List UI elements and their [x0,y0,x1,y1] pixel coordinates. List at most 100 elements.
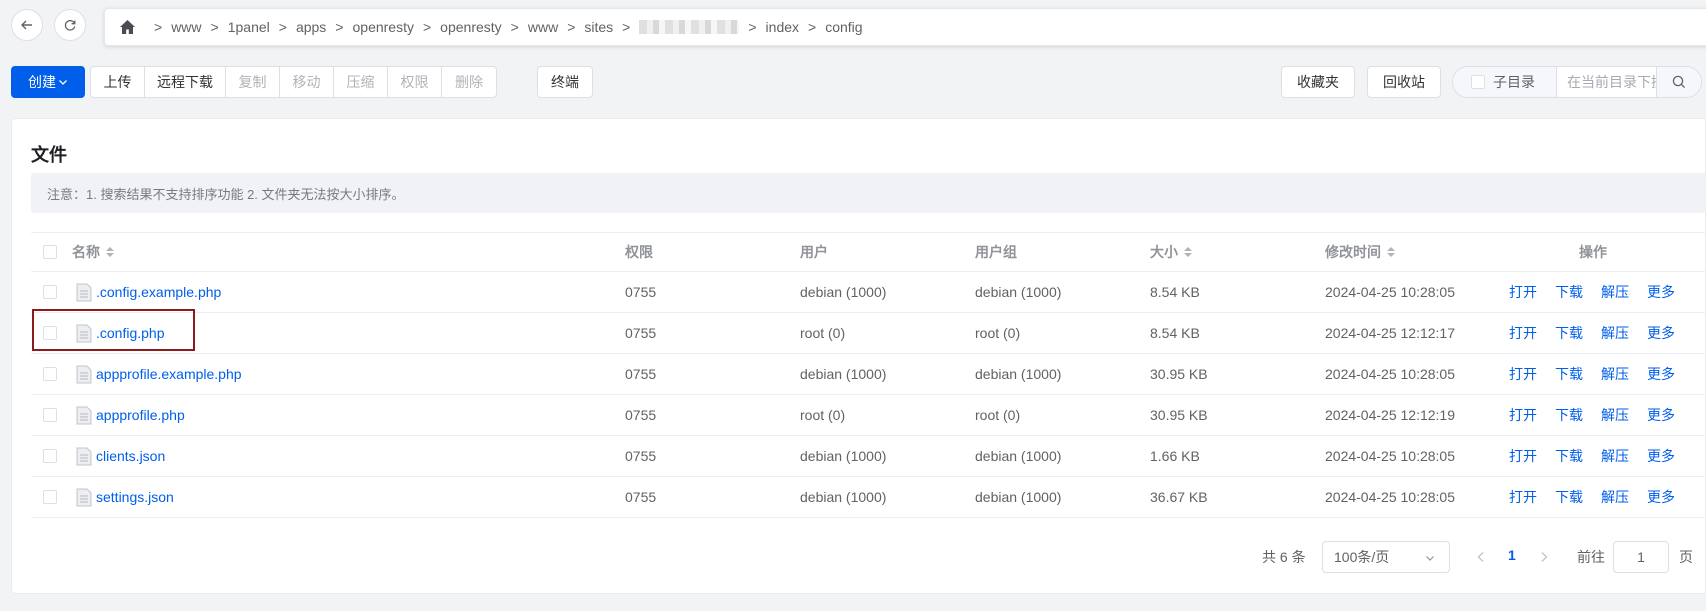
breadcrumb-item-redacted[interactable] [639,20,740,34]
size-cell: 30.95 KB [1150,407,1208,423]
chevron-left-icon[interactable] [1476,551,1486,563]
extract-action[interactable]: 解压 [1601,272,1629,312]
breadcrumb-item-apps[interactable]: apps [296,19,326,35]
column-header-actions: 操作 [1579,244,1607,260]
file-table: 名称 权限 用户 用户组 大小 修改时间 操作 .config.example.… [31,232,1706,518]
row-checkbox[interactable] [43,490,57,504]
current-page-number[interactable]: 1 [1508,547,1516,579]
open-action[interactable]: 打开 [1509,313,1537,353]
download-action[interactable]: 下载 [1555,354,1583,394]
file-name-link[interactable]: appprofile.php [96,407,185,423]
sort-icon[interactable] [106,247,114,257]
extract-action[interactable]: 解压 [1601,395,1629,435]
file-name-link[interactable]: .config.example.php [96,284,221,300]
permission-cell: 0755 [625,448,657,464]
extract-action[interactable]: 解压 [1601,436,1629,476]
upload-button[interactable]: 上传 [90,66,145,98]
open-action[interactable]: 打开 [1509,477,1537,517]
more-action[interactable]: 更多 [1647,395,1675,435]
open-action[interactable]: 打开 [1509,395,1537,435]
download-action[interactable]: 下载 [1555,272,1583,312]
breadcrumb-item-1panel[interactable]: 1panel [228,19,270,35]
refresh-button[interactable] [54,9,86,41]
row-checkbox[interactable] [43,367,57,381]
more-action[interactable]: 更多 [1647,436,1675,476]
file-icon [76,283,92,301]
search-input[interactable] [1557,67,1657,97]
file-name-link[interactable]: appprofile.example.php [96,366,242,382]
subdir-label: 子目录 [1493,74,1535,90]
search-button[interactable] [1657,67,1701,97]
move-button[interactable]: 移动 [279,66,334,98]
column-header-permission: 权限 [625,244,653,260]
sort-icon[interactable] [1387,247,1395,257]
column-header-name[interactable]: 名称 [72,233,114,271]
page-size-value: 100条/页 [1334,549,1390,565]
path-breadcrumb[interactable]: > www > 1panel > apps > openresty > open… [104,8,1706,46]
recycle-bin-button[interactable]: 回收站 [1367,66,1441,98]
copy-button[interactable]: 复制 [225,66,280,98]
modified-cell: 2024-04-25 12:12:19 [1325,407,1455,423]
back-button[interactable] [11,9,43,41]
terminal-button[interactable]: 终端 [537,66,593,98]
favorites-button[interactable]: 收藏夹 [1281,66,1355,98]
breadcrumb-item-www-2[interactable]: www [528,19,558,35]
more-action[interactable]: 更多 [1647,354,1675,394]
open-action[interactable]: 打开 [1509,272,1537,312]
extract-action[interactable]: 解压 [1601,477,1629,517]
more-action[interactable]: 更多 [1647,477,1675,517]
breadcrumb-item-sites[interactable]: sites [584,19,613,35]
group-cell: debian (1000) [975,366,1062,382]
extract-action[interactable]: 解压 [1601,354,1629,394]
row-checkbox[interactable] [43,326,57,340]
select-all-checkbox[interactable] [43,245,57,259]
open-action[interactable]: 打开 [1509,436,1537,476]
download-action[interactable]: 下载 [1555,395,1583,435]
chevron-right-icon[interactable] [1539,551,1549,563]
modified-cell: 2024-04-25 10:28:05 [1325,284,1455,300]
column-header-size[interactable]: 大小 [1150,233,1192,271]
breadcrumb-item-openresty-2[interactable]: openresty [440,19,501,35]
more-action[interactable]: 更多 [1647,272,1675,312]
permission-cell: 0755 [625,325,657,341]
file-name-link[interactable]: clients.json [96,448,165,464]
remote-download-button[interactable]: 远程下载 [144,66,226,98]
file-name-link[interactable]: settings.json [96,489,174,505]
breadcrumb-item-config[interactable]: config [825,19,862,35]
breadcrumb-separator: > [422,19,432,35]
subdir-checkbox-box[interactable] [1471,75,1485,89]
download-action[interactable]: 下载 [1555,477,1583,517]
sort-icon[interactable] [1184,247,1192,257]
row-checkbox[interactable] [43,285,57,299]
breadcrumb-separator: > [567,19,576,35]
permission-button[interactable]: 权限 [387,66,442,98]
size-cell: 8.54 KB [1150,325,1200,341]
more-action[interactable]: 更多 [1647,313,1675,353]
delete-button[interactable]: 删除 [441,66,497,98]
size-cell: 36.67 KB [1150,489,1208,505]
create-button[interactable]: 创建 [11,66,85,98]
compress-button[interactable]: 压缩 [333,66,388,98]
user-cell: root (0) [800,407,846,423]
page-size-select[interactable]: 100条/页 [1322,541,1450,573]
home-icon[interactable] [119,19,136,35]
download-action[interactable]: 下载 [1555,313,1583,353]
breadcrumb-item-www[interactable]: www [171,19,201,35]
breadcrumb-separator: > [210,19,219,35]
goto-page-input[interactable] [1613,541,1669,573]
breadcrumb-item-openresty[interactable]: openresty [353,19,414,35]
group-cell: debian (1000) [975,284,1062,300]
table-header: 名称 权限 用户 用户组 大小 修改时间 操作 [31,232,1706,272]
arrow-left-icon [21,20,32,30]
column-header-modified[interactable]: 修改时间 [1325,233,1395,271]
download-action[interactable]: 下载 [1555,436,1583,476]
top-navigation: > www > 1panel > apps > openresty > open… [0,0,1706,54]
open-action[interactable]: 打开 [1509,354,1537,394]
modified-cell: 2024-04-25 10:28:05 [1325,489,1455,505]
row-checkbox[interactable] [43,408,57,422]
breadcrumb-item-index[interactable]: index [766,19,799,35]
extract-action[interactable]: 解压 [1601,313,1629,353]
subdir-checkbox[interactable]: 子目录 [1453,67,1557,97]
file-name-link[interactable]: .config.php [96,325,165,341]
row-checkbox[interactable] [43,449,57,463]
